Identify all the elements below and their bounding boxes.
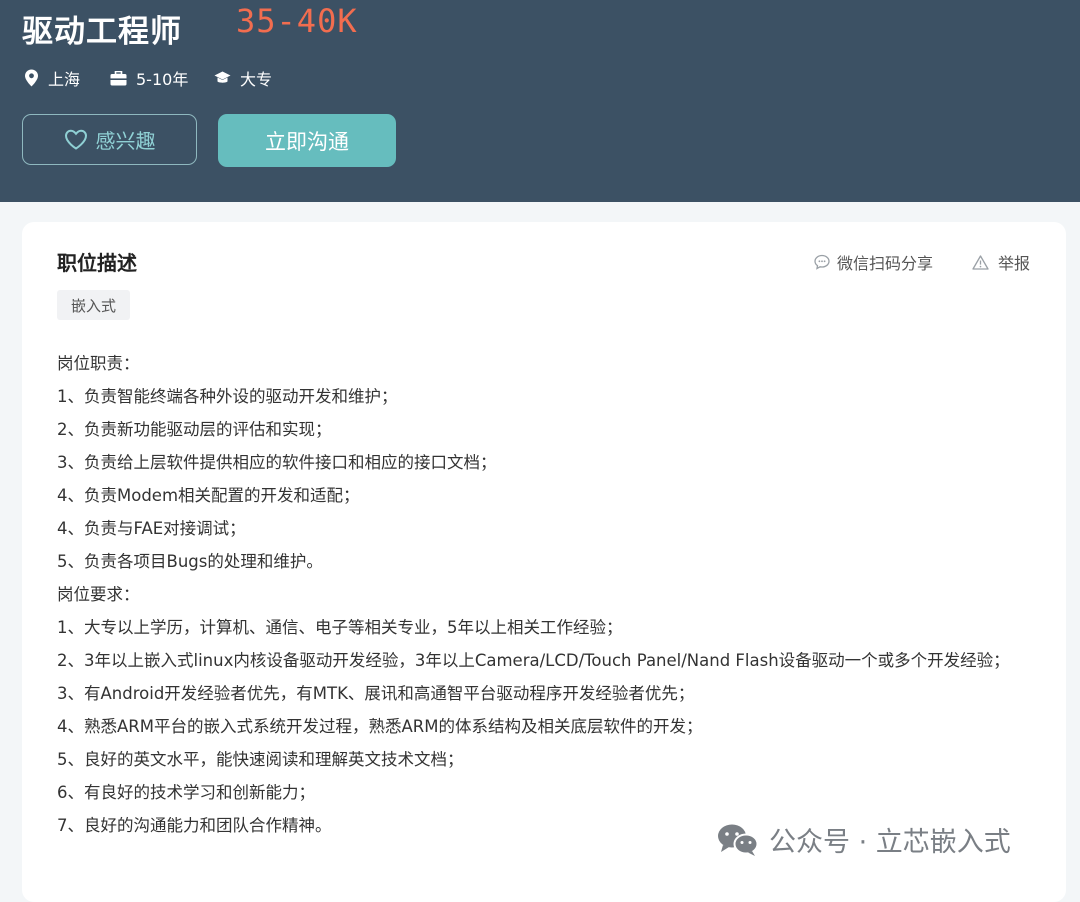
salary-range: 35-40K <box>236 2 358 40</box>
experience-text: 5-10年 <box>136 70 189 89</box>
description-line: 4、熟悉ARM平台的嵌入式系统开发过程，熟悉ARM的体系结构及相关底层软件的开发… <box>57 717 703 736</box>
wechat-share-link[interactable]: 微信扫码分享 <box>814 250 933 274</box>
job-location: 上海 <box>24 66 80 90</box>
watermark-text: 公众号 · 立芯嵌入式 <box>769 827 1011 858</box>
section-title: 职位描述 <box>57 251 137 275</box>
description-line: 岗位职责： <box>57 354 140 373</box>
chat-now-label: 立即沟通 <box>265 129 349 154</box>
description-line: 5、良好的英文水平，能快速阅读和理解英文技术文档； <box>57 750 464 769</box>
description-line: 1、大专以上学历，计算机、通信、电子等相关专业，5年以上相关工作经验； <box>57 618 623 637</box>
report-label: 举报 <box>998 254 1031 273</box>
job-header: 驱动工程师 35-40K 上海 5-10年 大专 感兴趣 立即沟通 <box>0 0 1080 202</box>
interest-button[interactable]: 感兴趣 <box>22 114 197 165</box>
description-body: 岗位职责： 1、负责智能终端各种外设的驱动开发和维护； 2、负责新功能驱动层的评… <box>57 347 1042 842</box>
graduation-cap-icon <box>214 71 231 83</box>
report-link[interactable]: 举报 <box>972 250 1030 274</box>
description-line: 2、3年以上嵌入式linux内核设备驱动开发经验，3年以上Camera/LCD/… <box>57 651 1010 670</box>
job-title: 驱动工程师 <box>22 14 182 50</box>
interest-label: 感兴趣 <box>95 129 156 153</box>
description-line: 1、负责智能终端各种外设的驱动开发和维护； <box>57 387 398 406</box>
heart-outline-icon <box>64 129 87 150</box>
education-text: 大专 <box>240 70 273 89</box>
description-line: 3、负责给上层软件提供相应的软件接口和相应的接口文档； <box>57 453 497 472</box>
description-line: 2、负责新功能驱动层的评估和实现； <box>57 420 332 439</box>
warning-triangle-icon <box>972 254 989 270</box>
job-education: 大专 <box>214 66 272 90</box>
location-text: 上海 <box>48 70 81 89</box>
description-line: 4、负责与FAE对接调试； <box>57 519 246 538</box>
description-line: 6、有良好的技术学习和创新能力； <box>57 783 315 802</box>
location-pin-icon <box>25 69 38 87</box>
chat-now-button[interactable]: 立即沟通 <box>218 114 396 167</box>
job-experience: 5-10年 <box>110 66 188 90</box>
chat-bubble-icon <box>814 254 830 270</box>
briefcase-icon <box>110 70 127 85</box>
description-line: 4、负责Modem相关配置的开发和适配； <box>57 486 360 505</box>
wechat-icon <box>718 824 759 856</box>
description-line: 3、有Android开发经验者优先，有MTK、展讯和高通智平台驱动程序开发经验者… <box>57 684 695 703</box>
description-line: 岗位要求： <box>57 585 140 604</box>
description-line: 5、负责各项目Bugs的处理和维护。 <box>57 552 323 571</box>
share-label: 微信扫码分享 <box>837 254 934 273</box>
watermark: 公众号 · 立芯嵌入式 <box>717 820 1011 859</box>
job-tag: 嵌入式 <box>57 290 131 320</box>
job-description-card: 职位描述 微信扫码分享 举报 嵌入式 岗位职责： 1、负责智能终端各种外设的驱动… <box>22 222 1066 902</box>
